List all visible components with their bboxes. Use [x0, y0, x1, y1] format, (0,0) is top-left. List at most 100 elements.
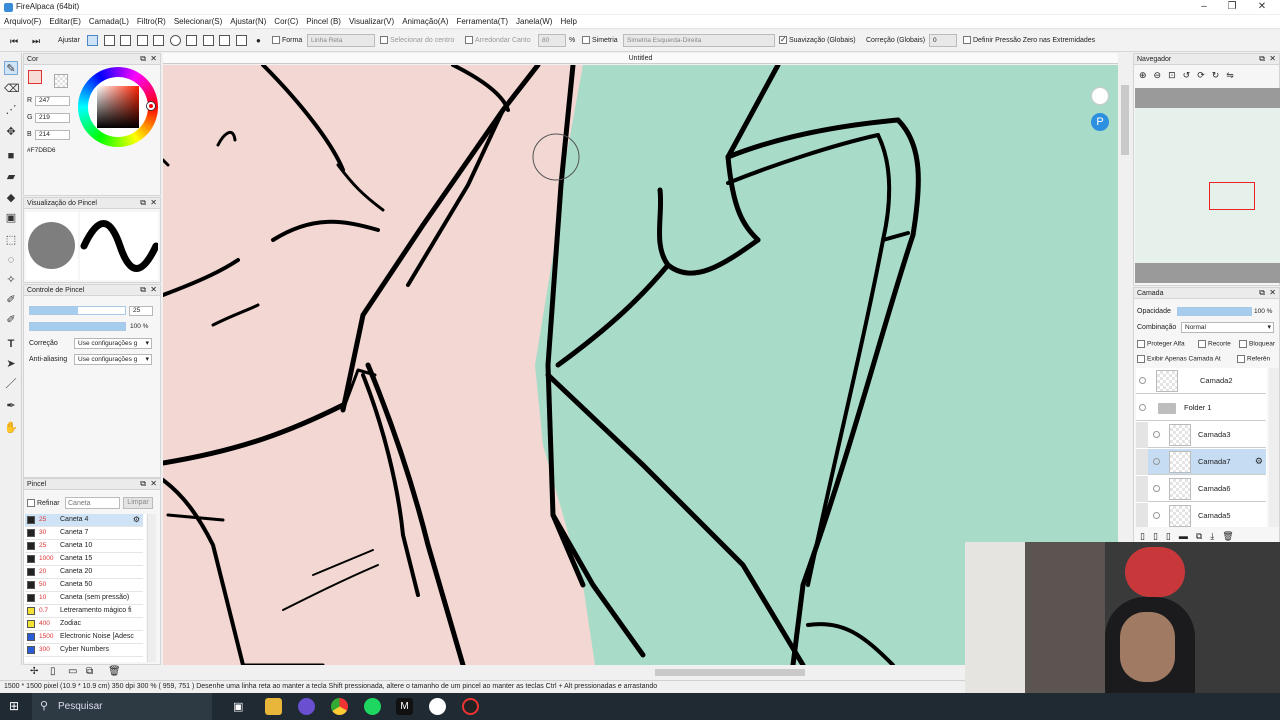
round-corner-input[interactable]: 80 [538, 34, 566, 47]
menu-brush[interactable]: Pincel (B) [302, 15, 345, 29]
zoom-out-icon[interactable]: ⊖ [1154, 70, 1169, 80]
panel-close-icon[interactable]: ✕ [1269, 54, 1276, 64]
taskbar-search[interactable]: ⚲ Pesquisar [32, 693, 212, 720]
primary-color-swatch[interactable] [28, 70, 42, 84]
eye-icon[interactable] [1153, 458, 1160, 465]
menu-filter[interactable]: Filtro(R) [133, 15, 170, 29]
rectangle-fill-icon[interactable]: ■ [4, 149, 18, 163]
symmetry-select[interactable]: Simetria Esquerda-Direita [623, 34, 775, 47]
menu-view[interactable]: Visualizar(V) [345, 15, 398, 29]
g-field[interactable]: 219 [35, 113, 70, 123]
brush-size-slider[interactable] [29, 306, 126, 315]
antialias-select[interactable]: Use configurações g [74, 354, 152, 365]
menu-layer[interactable]: Camada(L) [85, 15, 133, 29]
refine-checkbox[interactable] [27, 499, 35, 507]
maximize-icon[interactable]: ❐ [1222, 0, 1242, 14]
menu-help[interactable]: Help [556, 15, 580, 29]
brush-search-input[interactable] [65, 497, 120, 509]
snap-perspective-icon[interactable] [203, 35, 214, 46]
brush-size-field[interactable]: 25 [129, 306, 153, 316]
horizontal-scrollbar[interactable] [163, 666, 965, 679]
snap-parallel-icon[interactable] [104, 35, 115, 46]
canvas-tab[interactable]: Untitled [163, 53, 1118, 64]
snap-curve-icon[interactable] [186, 35, 197, 46]
menu-select[interactable]: Selecionar(S) [170, 15, 226, 29]
zoom-in-icon[interactable]: ⊕ [1139, 70, 1154, 80]
new-layer-icon[interactable]: ▯ [1140, 531, 1153, 541]
menu-animation[interactable]: Animação(A) [398, 15, 452, 29]
saturation-square[interactable] [97, 86, 139, 128]
duplicate-icon[interactable]: ⧉ [86, 666, 93, 677]
epic-games-icon[interactable]: M [396, 698, 413, 715]
bucket-tool-icon[interactable]: ▰ [4, 170, 18, 184]
select-tool-icon[interactable]: ⬚ [4, 233, 18, 247]
shape-checkbox[interactable] [272, 36, 280, 45]
eraser-tool-icon[interactable]: ⌫ [4, 82, 20, 96]
firealpaca-icon[interactable] [429, 698, 446, 715]
round-corner-checkbox[interactable] [465, 36, 473, 45]
smoothing-checkbox[interactable] [779, 34, 787, 46]
shape-toggle[interactable]: Forma [272, 35, 302, 47]
scroll-thumb[interactable] [655, 669, 805, 676]
layer-row[interactable]: Folder 1 [1136, 395, 1266, 421]
brush-item[interactable]: 300 Cyber Numbers [25, 644, 143, 657]
prev-icon[interactable]: ⏮ [10, 35, 18, 47]
gear-icon[interactable]: ⚙ [1255, 456, 1263, 467]
move-tool-icon[interactable]: ✥ [4, 125, 18, 139]
brush-item[interactable]: 10 Caneta (sem pressão) [25, 592, 143, 605]
b-field[interactable]: 214 [35, 130, 70, 140]
new-folder-icon[interactable]: ▬ [1179, 531, 1196, 541]
layer-opacity-slider[interactable] [1177, 307, 1252, 316]
navigator-viewport[interactable] [1209, 182, 1255, 210]
layer-row[interactable]: Camada2 [1136, 368, 1266, 394]
next-icon[interactable]: ⏭ [32, 35, 40, 47]
menu-color[interactable]: Cor(C) [270, 15, 302, 29]
scroll-thumb[interactable] [1121, 85, 1129, 155]
rotate-right-icon[interactable]: ↻ [1212, 70, 1227, 80]
reference-checkbox[interactable] [1237, 355, 1245, 363]
menu-edit[interactable]: Editar(E) [45, 15, 85, 29]
flip-icon[interactable]: ⇋ [1226, 70, 1241, 80]
hue-ring[interactable] [78, 67, 158, 147]
brush-opacity-slider[interactable] [29, 322, 126, 331]
shape-select[interactable]: Linha Reta [307, 34, 375, 47]
hue-handle[interactable] [147, 102, 155, 110]
lasso-tool-icon[interactable]: ◌ [4, 253, 18, 267]
delete-layer-icon[interactable]: 🗑 [1222, 531, 1241, 541]
panel-close-icon[interactable]: ✕ [1269, 288, 1276, 298]
smoothing-toggle[interactable]: Suavização (Globais) [779, 34, 856, 47]
round-corner-toggle[interactable]: Arredondar Canto [465, 35, 531, 47]
close-icon[interactable]: ✕ [1252, 0, 1272, 14]
select-eraser-icon[interactable]: ✐ [4, 313, 18, 327]
folder-icon[interactable]: ▭ [68, 666, 77, 677]
gradient-tool-icon[interactable]: ▣ [4, 211, 18, 225]
task-view-icon[interactable]: ▣ [233, 700, 243, 713]
hand-tool-icon[interactable]: ✋ [4, 421, 18, 435]
snap-vanish-icon[interactable] [137, 35, 148, 46]
snap-settings-icon[interactable]: ● [256, 35, 261, 47]
snap-radial-icon[interactable] [153, 35, 164, 46]
snap-3d-icon[interactable] [236, 35, 247, 46]
layer-list-scrollbar[interactable] [1269, 368, 1279, 527]
eye-icon[interactable] [1139, 377, 1146, 384]
navigator-preview[interactable] [1135, 88, 1280, 283]
lock-checkbox[interactable] [1239, 340, 1247, 348]
snap-grid-icon[interactable] [219, 35, 230, 46]
layer-row[interactable]: Camada3 [1136, 422, 1266, 448]
gear-icon[interactable]: ⚙ [133, 514, 140, 526]
clipping-toggle[interactable]: Recorte [1198, 340, 1231, 348]
undock-icon[interactable]: ⧉ [1259, 54, 1265, 64]
hex-value[interactable]: #F7DBD6 [27, 147, 56, 154]
rotate-reset-icon[interactable]: ⟳ [1197, 70, 1212, 80]
undock-icon[interactable]: ⧉ [1259, 288, 1265, 298]
show-current-only-toggle[interactable]: Exibir Apenas Camada At [1137, 355, 1221, 363]
select-pen-icon[interactable]: ✐ [4, 293, 18, 307]
protect-alpha-toggle[interactable]: Proteger Alfa [1137, 340, 1185, 348]
select-center-checkbox[interactable] [380, 36, 388, 45]
eyedropper-tool-icon[interactable]: ✒ [4, 399, 18, 413]
reference-toggle[interactable]: Referên [1237, 355, 1270, 363]
panel-close-icon[interactable]: ✕ [150, 54, 157, 64]
r-field[interactable]: 247 [35, 96, 70, 106]
panel-close-icon[interactable]: ✕ [150, 198, 157, 208]
secondary-color-swatch[interactable] [54, 74, 68, 88]
